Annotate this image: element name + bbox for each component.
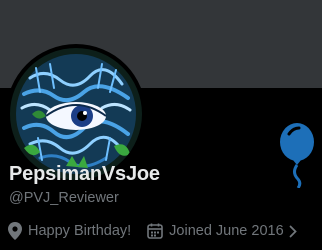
- user-handle: @PVJ_Reviewer: [9, 190, 119, 206]
- avatar-image: [10, 48, 142, 180]
- chevron-right-icon[interactable]: [289, 225, 297, 238]
- joined-date-text: Joined June 2016: [169, 223, 284, 239]
- birthday-item: Happy Birthday!: [8, 222, 131, 240]
- birthday-text: Happy Birthday!: [28, 223, 132, 239]
- balloon-icon: [280, 123, 314, 188]
- profile-meta: Happy Birthday! Joined June 2016: [8, 220, 297, 242]
- calendar-icon: [147, 223, 163, 239]
- map-pin-icon: [8, 222, 22, 240]
- display-name: PepsimanVsJoe: [9, 163, 160, 185]
- profile-header: PepsimanVsJoe @PVJ_Reviewer Happy Birthd…: [0, 0, 322, 250]
- joined-item: Joined June 2016: [147, 223, 297, 239]
